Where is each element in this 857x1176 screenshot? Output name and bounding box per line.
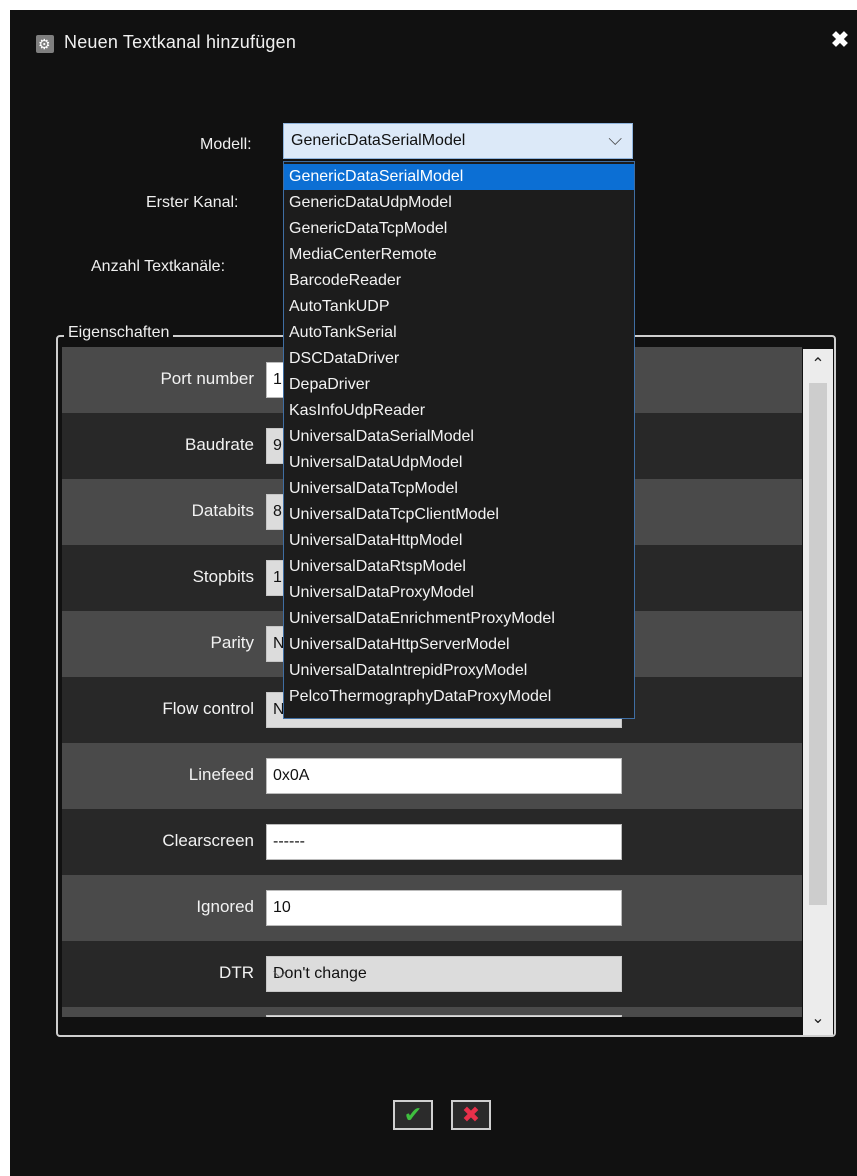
dropdown-item-label: KasInfoUdpReader <box>289 402 426 419</box>
dropdown-item[interactable]: DSCDataDriver <box>284 346 634 372</box>
dropdown-item[interactable]: UniversalDataUdpModel <box>284 450 634 476</box>
properties-scrollbar[interactable]: ⌃ ⌄ <box>803 349 833 1035</box>
ignored-field[interactable]: 10 <box>266 890 622 926</box>
property-row-partial <box>62 1007 802 1017</box>
add-text-channel-dialog: ⚙ Neuen Textkanal hinzufügen ✖ Modell: E… <box>10 10 857 1176</box>
dropdown-item[interactable]: DepaDriver <box>284 372 634 398</box>
dropdown-item[interactable]: GenericDataSerialModel <box>284 164 634 190</box>
dropdown-item-label: UniversalDataSerialModel <box>289 428 474 445</box>
partial-select[interactable] <box>266 1015 622 1017</box>
confirm-button[interactable]: ✔ <box>393 1100 433 1130</box>
dropdown-item-label: UniversalDataRtspModel <box>289 558 466 575</box>
dropdown-item[interactable]: PelcoThermographyDataProxyModel <box>284 684 634 710</box>
dialog-title: Neuen Textkanal hinzufügen <box>64 32 297 52</box>
clearscreen-field[interactable]: ------ <box>266 824 622 860</box>
property-label: Databits <box>191 501 254 520</box>
settings-gear-icon: ⚙ <box>36 35 54 53</box>
dropdown-item-label: UniversalDataTcpModel <box>289 480 458 497</box>
field-value: 1 <box>273 371 282 388</box>
dropdown-item[interactable]: GenericDataTcpModel <box>284 216 634 242</box>
dropdown-item[interactable]: UniversalDataSerialModel <box>284 424 634 450</box>
dropdown-item-label: MediaCenterRemote <box>289 246 437 263</box>
scroll-down-icon[interactable]: ⌄ <box>803 1003 833 1035</box>
dropdown-item-label: UniversalDataIntrepidProxyModel <box>289 662 528 679</box>
dropdown-item-label: PelcoThermographyDataProxyModel <box>289 688 552 705</box>
dropdown-item[interactable]: BarcodeReader <box>284 268 634 294</box>
property-label: Linefeed <box>188 765 254 784</box>
dropdown-item-label: UniversalDataTcpClientModel <box>289 506 499 523</box>
dropdown-item-label: UniversalDataEnrichmentProxyModel <box>289 610 555 627</box>
property-row: DTR Don't change ⌵ <box>62 941 802 1007</box>
field-value: 0x0A <box>273 767 310 784</box>
model-select-value: GenericDataSerialModel <box>291 132 466 149</box>
field-value: 10 <box>273 899 291 916</box>
dropdown-item[interactable]: GenericDataUdpModel <box>284 190 634 216</box>
cancel-button[interactable]: ✖ <box>451 1100 491 1130</box>
dropdown-item[interactable]: KasInfoUdpReader <box>284 398 634 424</box>
dropdown-item[interactable]: UniversalDataProxyModel <box>284 580 634 606</box>
property-row: Clearscreen ------ <box>62 809 802 875</box>
dropdown-item[interactable]: AutoTankSerial <box>284 320 634 346</box>
field-value: 1 <box>273 569 282 586</box>
scroll-up-icon[interactable]: ⌃ <box>803 349 833 381</box>
dropdown-item-label: AutoTankUDP <box>289 298 390 315</box>
dropdown-item-label: UniversalDataUdpModel <box>289 454 463 471</box>
property-label: Baudrate <box>185 435 254 454</box>
field-value: 9 <box>273 437 282 454</box>
dropdown-item-label: AutoTankSerial <box>289 324 397 341</box>
linefeed-field[interactable]: 0x0A <box>266 758 622 794</box>
dropdown-item[interactable]: UniversalDataRtspModel <box>284 554 634 580</box>
chevron-down-icon: ⌵ <box>273 962 287 982</box>
dropdown-item[interactable]: UniversalDataHttpServerModel <box>284 632 634 658</box>
property-label: Clearscreen <box>162 831 254 850</box>
dropdown-item[interactable]: MediaCenterRemote <box>284 242 634 268</box>
close-button[interactable]: ✖ <box>829 28 851 52</box>
dropdown-item[interactable]: AutoTankUDP <box>284 294 634 320</box>
dropdown-item-label: GenericDataSerialModel <box>289 168 464 185</box>
dropdown-item[interactable]: UniversalDataEnrichmentProxyModel <box>284 606 634 632</box>
properties-legend: Eigenschaften <box>64 324 174 342</box>
property-label: Port number <box>160 369 254 388</box>
dropdown-item[interactable]: UniversalDataIntrepidProxyModel <box>284 658 634 684</box>
dropdown-item-label: UniversalDataHttpServerModel <box>289 636 510 653</box>
model-dropdown-list: GenericDataSerialModel GenericDataUdpMod… <box>283 161 635 719</box>
field-value: 8 <box>273 503 282 520</box>
property-label: Ignored <box>196 897 254 916</box>
property-row: Linefeed 0x0A <box>62 743 802 809</box>
dropdown-item[interactable]: UniversalDataTcpClientModel <box>284 502 634 528</box>
dropdown-item-label: DSCDataDriver <box>289 350 400 367</box>
field-value: ------ <box>273 833 305 850</box>
dropdown-item-label: DepaDriver <box>289 376 370 393</box>
chevron-down-icon: ⌵ <box>608 129 622 149</box>
modell-label: Modell: <box>200 136 252 153</box>
dropdown-item-label: BarcodeReader <box>289 272 402 289</box>
dropdown-item-label: GenericDataTcpModel <box>289 220 448 237</box>
erster-kanal-label: Erster Kanal: <box>146 194 239 211</box>
property-label: Parity <box>210 633 254 652</box>
dropdown-item[interactable]: UniversalDataHttpModel <box>284 528 634 554</box>
model-select[interactable]: GenericDataSerialModel ⌵ <box>283 123 633 159</box>
property-label: Stopbits <box>192 567 254 586</box>
dtr-select[interactable]: Don't change ⌵ <box>266 956 622 992</box>
dropdown-item[interactable]: UniversalDataTcpModel <box>284 476 634 502</box>
anzahl-textkanaele-label: Anzahl Textkanäle: <box>91 258 226 275</box>
property-row: Ignored 10 <box>62 875 802 941</box>
dropdown-item-label: GenericDataUdpModel <box>289 194 452 211</box>
title-bar: ⚙ Neuen Textkanal hinzufügen ✖ <box>10 10 857 76</box>
scroll-thumb[interactable] <box>809 383 827 905</box>
dropdown-item-label: UniversalDataProxyModel <box>289 584 474 601</box>
property-label: DTR <box>219 963 254 982</box>
property-label: Flow control <box>162 699 254 718</box>
dropdown-item-label: UniversalDataHttpModel <box>289 532 463 549</box>
